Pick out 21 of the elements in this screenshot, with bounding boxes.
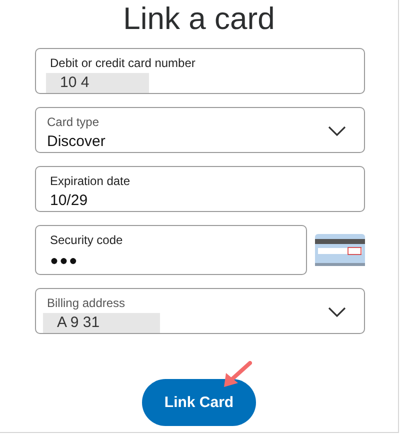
field-value: A 9 31 <box>43 313 160 333</box>
input-field[interactable]: Security code ●●● <box>35 225 307 275</box>
input-field[interactable]: Expiration date 10/29 <box>35 166 365 212</box>
dropdown-field[interactable]: Billing address A 9 31 <box>35 288 365 334</box>
field-label: Card type <box>47 115 100 130</box>
chevron-down-icon <box>328 306 346 318</box>
field-value: 10/29 <box>50 191 88 211</box>
field-label: Debit or credit card number <box>50 56 196 71</box>
arrow-icon <box>222 361 252 389</box>
card-back-icon <box>315 234 365 266</box>
link-card-button[interactable]: Link Card <box>142 379 256 426</box>
input-field[interactable]: Debit or credit card number 10 4 <box>35 48 365 94</box>
chevron-down-icon <box>328 125 346 137</box>
field-label: Security code <box>50 233 124 248</box>
field-value: 10 4 <box>46 73 150 93</box>
page-title: Link a card <box>123 2 275 36</box>
field-label: Billing address <box>47 296 126 311</box>
dropdown-field[interactable]: Card type Discover <box>35 107 365 153</box>
field-value: ●●● <box>50 251 78 270</box>
field-value: Discover <box>47 132 106 152</box>
field-label: Expiration date <box>50 174 132 189</box>
